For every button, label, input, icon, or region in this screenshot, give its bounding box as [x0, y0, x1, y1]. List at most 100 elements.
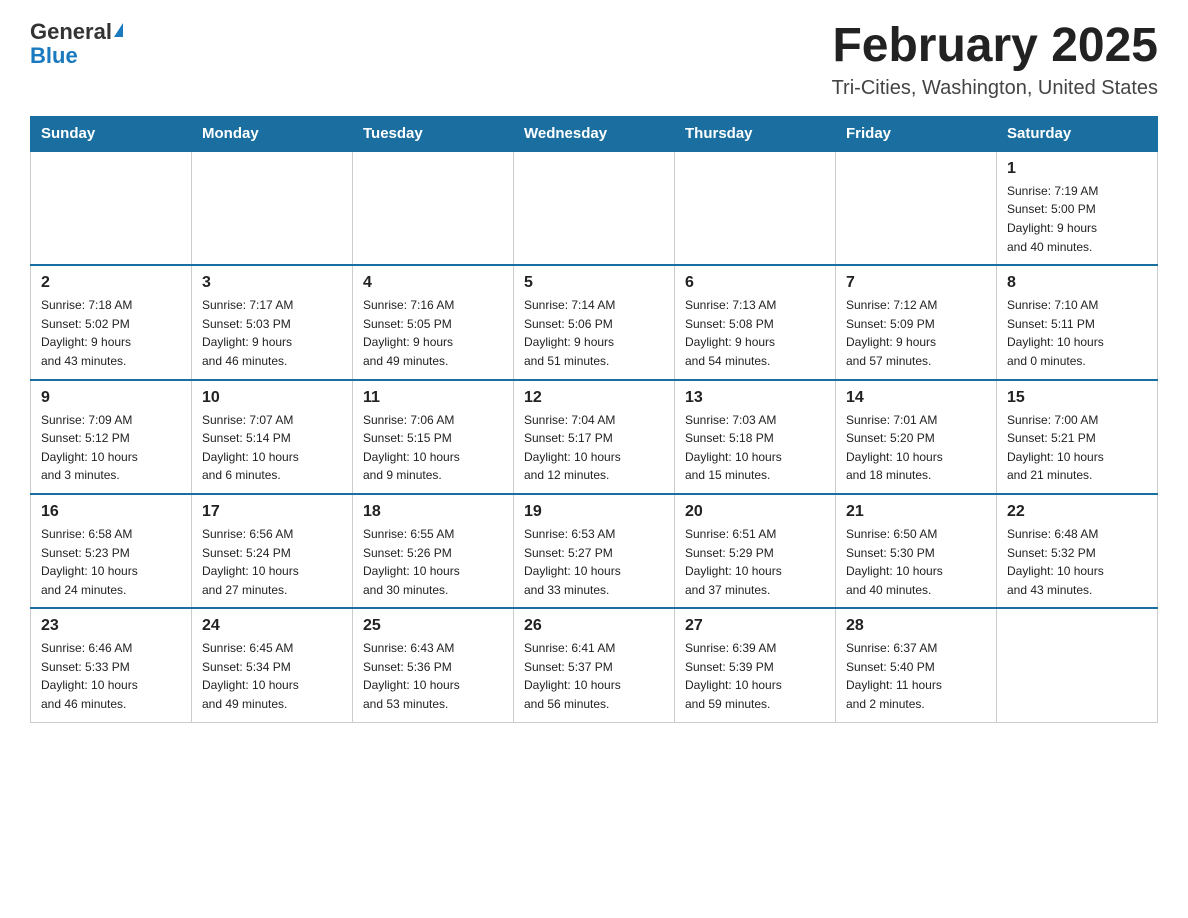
week-row-4: 16 Sunrise: 6:58 AM Sunset: 5:23 PM Dayli… [31, 494, 1158, 608]
day-number: 21 [846, 503, 986, 521]
day-info: Sunrise: 6:55 AM Sunset: 5:26 PM Dayligh… [363, 525, 503, 599]
logo: General Blue [30, 20, 123, 68]
day-number: 27 [685, 617, 825, 635]
day-number: 16 [41, 503, 181, 521]
calendar-cell: 10 Sunrise: 7:07 AM Sunset: 5:14 PM Dayli… [192, 380, 353, 494]
calendar-header-row: SundayMondayTuesdayWednesdayThursdayFrid… [31, 116, 1158, 151]
week-row-1: 1 Sunrise: 7:19 AM Sunset: 5:00 PM Daylig… [31, 151, 1158, 265]
day-number: 5 [524, 274, 664, 292]
day-number: 23 [41, 617, 181, 635]
day-number: 2 [41, 274, 181, 292]
calendar-cell: 3 Sunrise: 7:17 AM Sunset: 5:03 PM Daylig… [192, 265, 353, 379]
day-info: Sunrise: 6:45 AM Sunset: 5:34 PM Dayligh… [202, 639, 342, 713]
day-info: Sunrise: 6:37 AM Sunset: 5:40 PM Dayligh… [846, 639, 986, 713]
calendar-title: February 2025 [832, 20, 1158, 73]
day-info: Sunrise: 7:10 AM Sunset: 5:11 PM Dayligh… [1007, 296, 1147, 370]
title-block: February 2025 Tri-Cities, Washington, Un… [832, 20, 1158, 100]
weekday-header-saturday: Saturday [997, 116, 1158, 151]
calendar-cell: 6 Sunrise: 7:13 AM Sunset: 5:08 PM Daylig… [675, 265, 836, 379]
day-number: 13 [685, 389, 825, 407]
day-number: 7 [846, 274, 986, 292]
day-number: 20 [685, 503, 825, 521]
calendar-cell [514, 151, 675, 265]
day-info: Sunrise: 7:09 AM Sunset: 5:12 PM Dayligh… [41, 411, 181, 485]
day-info: Sunrise: 7:01 AM Sunset: 5:20 PM Dayligh… [846, 411, 986, 485]
calendar-cell: 1 Sunrise: 7:19 AM Sunset: 5:00 PM Daylig… [997, 151, 1158, 265]
day-number: 22 [1007, 503, 1147, 521]
weekday-header-sunday: Sunday [31, 116, 192, 151]
day-info: Sunrise: 6:41 AM Sunset: 5:37 PM Dayligh… [524, 639, 664, 713]
logo-triangle-icon [114, 23, 123, 37]
day-info: Sunrise: 6:50 AM Sunset: 5:30 PM Dayligh… [846, 525, 986, 599]
day-info: Sunrise: 6:46 AM Sunset: 5:33 PM Dayligh… [41, 639, 181, 713]
week-row-2: 2 Sunrise: 7:18 AM Sunset: 5:02 PM Daylig… [31, 265, 1158, 379]
day-number: 24 [202, 617, 342, 635]
day-info: Sunrise: 7:12 AM Sunset: 5:09 PM Dayligh… [846, 296, 986, 370]
day-number: 6 [685, 274, 825, 292]
day-number: 25 [363, 617, 503, 635]
day-number: 10 [202, 389, 342, 407]
day-number: 12 [524, 389, 664, 407]
day-number: 3 [202, 274, 342, 292]
weekday-header-friday: Friday [836, 116, 997, 151]
logo-blue-text: Blue [30, 44, 78, 68]
day-info: Sunrise: 7:17 AM Sunset: 5:03 PM Dayligh… [202, 296, 342, 370]
day-number: 26 [524, 617, 664, 635]
day-number: 4 [363, 274, 503, 292]
calendar-cell: 9 Sunrise: 7:09 AM Sunset: 5:12 PM Daylig… [31, 380, 192, 494]
calendar-cell [192, 151, 353, 265]
calendar-cell: 14Sunrise: 7:01 AM Sunset: 5:20 PM Dayli… [836, 380, 997, 494]
day-number: 17 [202, 503, 342, 521]
calendar-cell: 28 Sunrise: 6:37 AM Sunset: 5:40 PM Dayli… [836, 608, 997, 722]
day-number: 18 [363, 503, 503, 521]
calendar-cell [31, 151, 192, 265]
calendar-cell: 7 Sunrise: 7:12 AM Sunset: 5:09 PM Daylig… [836, 265, 997, 379]
calendar-cell: 2 Sunrise: 7:18 AM Sunset: 5:02 PM Daylig… [31, 265, 192, 379]
day-number: 15 [1007, 389, 1147, 407]
calendar-cell: 8Sunrise: 7:10 AM Sunset: 5:11 PM Daylig… [997, 265, 1158, 379]
calendar-cell [997, 608, 1158, 722]
calendar-cell: 4 Sunrise: 7:16 AM Sunset: 5:05 PM Daylig… [353, 265, 514, 379]
calendar-cell: 11Sunrise: 7:06 AM Sunset: 5:15 PM Dayli… [353, 380, 514, 494]
day-info: Sunrise: 7:06 AM Sunset: 5:15 PM Dayligh… [363, 411, 503, 485]
day-info: Sunrise: 7:07 AM Sunset: 5:14 PM Dayligh… [202, 411, 342, 485]
calendar-cell: 24 Sunrise: 6:45 AM Sunset: 5:34 PM Dayli… [192, 608, 353, 722]
calendar-cell: 26 Sunrise: 6:41 AM Sunset: 5:37 PM Dayli… [514, 608, 675, 722]
logo-general-text: General [30, 20, 112, 44]
day-info: Sunrise: 7:19 AM Sunset: 5:00 PM Dayligh… [1007, 182, 1147, 256]
day-number: 28 [846, 617, 986, 635]
calendar-cell: 19Sunrise: 6:53 AM Sunset: 5:27 PM Dayli… [514, 494, 675, 608]
day-info: Sunrise: 7:16 AM Sunset: 5:05 PM Dayligh… [363, 296, 503, 370]
day-number: 9 [41, 389, 181, 407]
calendar-cell: 21 Sunrise: 6:50 AM Sunset: 5:30 PM Dayli… [836, 494, 997, 608]
calendar-cell: 27Sunrise: 6:39 AM Sunset: 5:39 PM Dayli… [675, 608, 836, 722]
calendar-table: SundayMondayTuesdayWednesdayThursdayFrid… [30, 116, 1158, 723]
weekday-header-thursday: Thursday [675, 116, 836, 151]
calendar-cell: 17 Sunrise: 6:56 AM Sunset: 5:24 PM Dayli… [192, 494, 353, 608]
calendar-cell [836, 151, 997, 265]
calendar-cell [675, 151, 836, 265]
day-info: Sunrise: 6:56 AM Sunset: 5:24 PM Dayligh… [202, 525, 342, 599]
weekday-header-monday: Monday [192, 116, 353, 151]
day-info: Sunrise: 7:18 AM Sunset: 5:02 PM Dayligh… [41, 296, 181, 370]
day-number: 1 [1007, 160, 1147, 178]
calendar-subtitle: Tri-Cities, Washington, United States [832, 77, 1158, 100]
day-info: Sunrise: 7:04 AM Sunset: 5:17 PM Dayligh… [524, 411, 664, 485]
calendar-cell: 18 Sunrise: 6:55 AM Sunset: 5:26 PM Dayli… [353, 494, 514, 608]
day-info: Sunrise: 6:48 AM Sunset: 5:32 PM Dayligh… [1007, 525, 1147, 599]
day-info: Sunrise: 7:00 AM Sunset: 5:21 PM Dayligh… [1007, 411, 1147, 485]
weekday-header-wednesday: Wednesday [514, 116, 675, 151]
day-number: 19 [524, 503, 664, 521]
week-row-3: 9 Sunrise: 7:09 AM Sunset: 5:12 PM Daylig… [31, 380, 1158, 494]
calendar-cell: 13Sunrise: 7:03 AM Sunset: 5:18 PM Dayli… [675, 380, 836, 494]
day-info: Sunrise: 6:58 AM Sunset: 5:23 PM Dayligh… [41, 525, 181, 599]
calendar-cell: 20 Sunrise: 6:51 AM Sunset: 5:29 PM Dayli… [675, 494, 836, 608]
calendar-cell: 25 Sunrise: 6:43 AM Sunset: 5:36 PM Dayli… [353, 608, 514, 722]
calendar-cell: 16 Sunrise: 6:58 AM Sunset: 5:23 PM Dayli… [31, 494, 192, 608]
day-info: Sunrise: 7:13 AM Sunset: 5:08 PM Dayligh… [685, 296, 825, 370]
day-info: Sunrise: 6:51 AM Sunset: 5:29 PM Dayligh… [685, 525, 825, 599]
calendar-cell: 5Sunrise: 7:14 AM Sunset: 5:06 PM Daylig… [514, 265, 675, 379]
calendar-cell: 22 Sunrise: 6:48 AM Sunset: 5:32 PM Dayli… [997, 494, 1158, 608]
week-row-5: 23 Sunrise: 6:46 AM Sunset: 5:33 PM Dayli… [31, 608, 1158, 722]
day-info: Sunrise: 6:43 AM Sunset: 5:36 PM Dayligh… [363, 639, 503, 713]
